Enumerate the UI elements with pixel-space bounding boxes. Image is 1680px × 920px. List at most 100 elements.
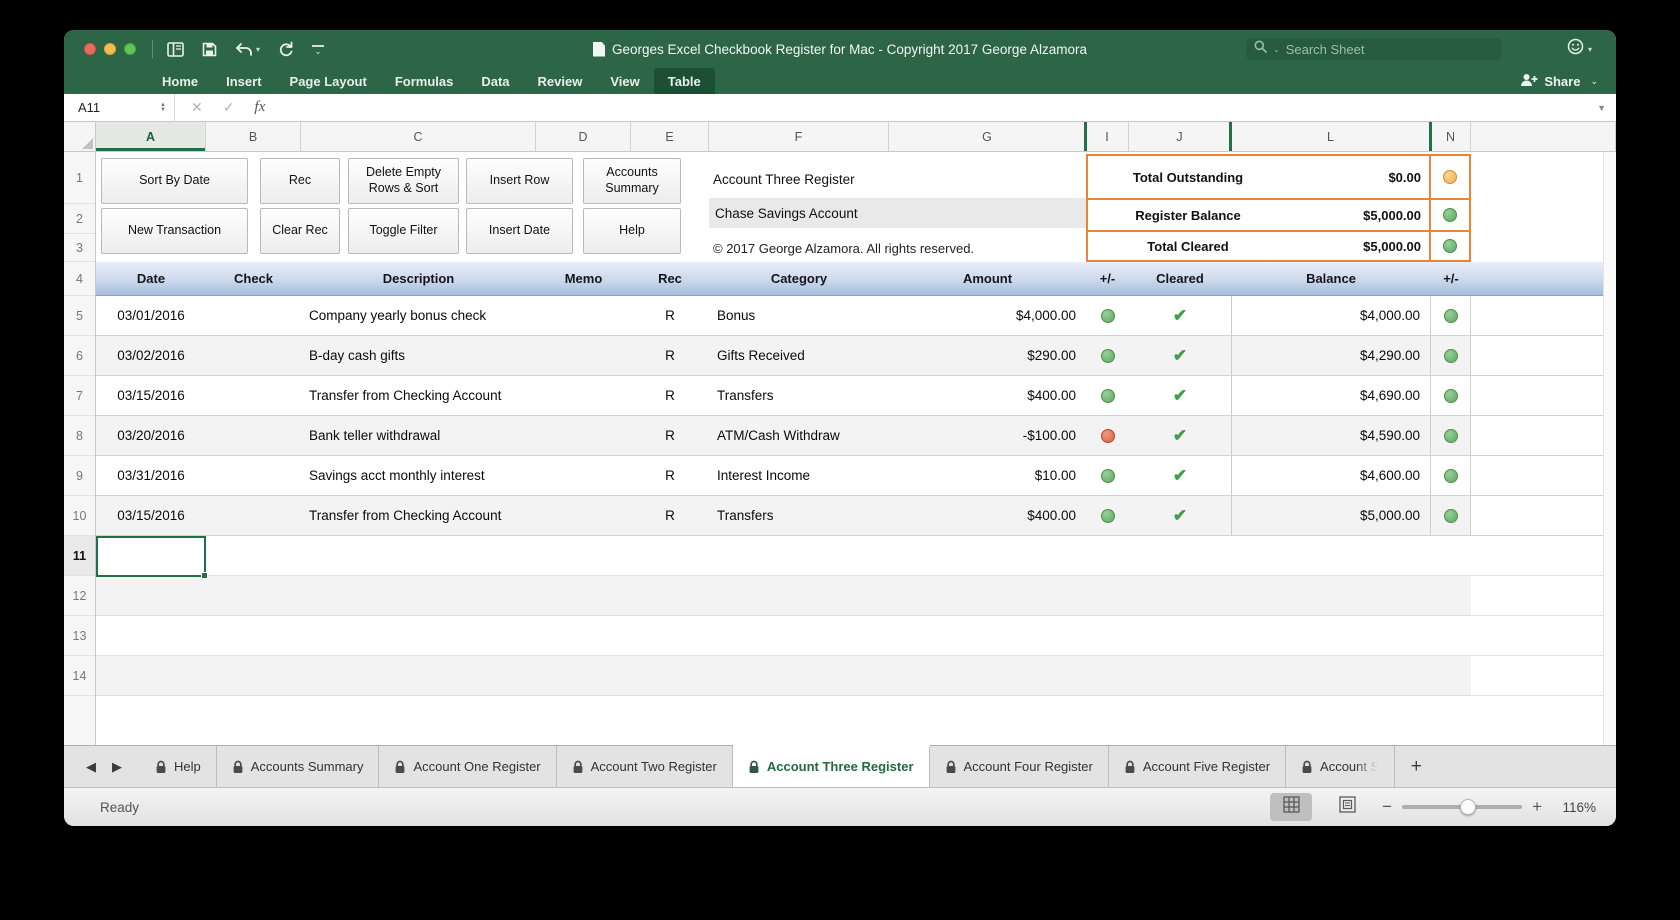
cell-date[interactable]: 03/01/2016 (96, 296, 206, 335)
toggle-filter-button[interactable]: Toggle Filter (348, 208, 459, 254)
row-header-2[interactable]: 2 (64, 204, 95, 234)
view-pane-icon[interactable] (167, 41, 184, 57)
prev-sheet-button[interactable]: ◀ (86, 759, 96, 775)
fill-handle[interactable] (201, 572, 208, 579)
sheet-tab-account-four[interactable]: Account Four Register (929, 746, 1109, 787)
cell-memo[interactable] (536, 336, 631, 375)
header-category[interactable]: Category (709, 262, 889, 295)
tab-formulas[interactable]: Formulas (381, 68, 468, 94)
row-header-12[interactable]: 12 (64, 576, 95, 616)
header-balance[interactable]: Balance (1231, 262, 1431, 295)
tab-table[interactable]: Table (653, 68, 715, 94)
cell-cleared[interactable]: ✔ (1129, 376, 1231, 415)
cell-balance[interactable]: $4,290.00 (1231, 336, 1431, 375)
cell-balance-status[interactable] (1431, 296, 1471, 335)
formula-bar-expand-icon[interactable]: ▼ (1597, 103, 1606, 113)
cell-memo[interactable] (536, 416, 631, 455)
next-sheet-button[interactable]: ▶ (112, 759, 122, 775)
header-amount[interactable]: Amount (889, 262, 1086, 295)
tab-page-layout[interactable]: Page Layout (276, 68, 381, 94)
vertical-scrollbar[interactable] (1603, 152, 1616, 745)
column-header-f[interactable]: F (709, 122, 889, 151)
cell-category[interactable]: ATM/Cash Withdraw (709, 416, 889, 455)
tab-review[interactable]: Review (524, 68, 597, 94)
row-header-13[interactable]: 13 (64, 616, 95, 656)
cell-memo[interactable] (536, 456, 631, 495)
cell-cleared[interactable]: ✔ (1129, 296, 1231, 335)
cell-balance[interactable]: $4,600.00 (1231, 456, 1431, 495)
sort-by-date-button[interactable]: Sort By Date (101, 158, 248, 204)
header-plus-minus-2[interactable]: +/- (1431, 262, 1471, 295)
column-header-j[interactable]: J (1129, 122, 1231, 151)
sheet-tab-account-one[interactable]: Account One Register (379, 746, 557, 787)
feedback-dropdown-icon[interactable]: ▾ (1588, 45, 1592, 54)
cell-cleared[interactable]: ✔ (1129, 416, 1231, 455)
column-header-g[interactable]: G (889, 122, 1086, 151)
row-header-7[interactable]: 7 (64, 376, 95, 416)
sheet-tab-account-five[interactable]: Account Five Register (1108, 746, 1287, 787)
add-sheet-button[interactable]: + (1395, 746, 1437, 787)
sheet-tab-help[interactable]: Help (140, 746, 217, 787)
page-layout-view-button[interactable] (1326, 793, 1368, 821)
minimize-window-button[interactable] (104, 43, 116, 55)
normal-view-button[interactable] (1270, 793, 1313, 821)
cell-description[interactable]: Transfer from Checking Account (301, 496, 536, 535)
cell-amount-status[interactable] (1086, 456, 1129, 495)
cell-memo[interactable] (536, 296, 631, 335)
row-header-6[interactable]: 6 (64, 336, 95, 376)
cell-rec[interactable]: R (631, 376, 709, 415)
cell-amount-status[interactable] (1086, 296, 1129, 335)
cell-date[interactable]: 03/02/2016 (96, 336, 206, 375)
column-header-b[interactable]: B (206, 122, 301, 151)
empty-row-12[interactable] (96, 576, 1616, 616)
column-header-n[interactable]: N (1431, 122, 1471, 151)
empty-row-14[interactable] (96, 656, 1616, 696)
cell-cleared[interactable]: ✔ (1129, 336, 1231, 375)
row-header-3[interactable]: 3 (64, 234, 95, 262)
row-header-11[interactable]: 11 (64, 536, 95, 576)
row-header-5[interactable]: 5 (64, 296, 95, 336)
feedback-smiley-icon[interactable] (1567, 38, 1584, 60)
cell-balance-status[interactable] (1431, 336, 1471, 375)
name-box-stepper[interactable]: ▲ ▼ (160, 102, 166, 113)
column-header-a[interactable]: A (96, 122, 206, 151)
cell-amount[interactable]: -$100.00 (889, 416, 1086, 455)
cell-balance[interactable]: $5,000.00 (1231, 496, 1431, 535)
cell-memo[interactable] (536, 376, 631, 415)
header-rec[interactable]: Rec (631, 262, 709, 295)
column-header-c[interactable]: C (301, 122, 536, 151)
tab-insert[interactable]: Insert (212, 68, 275, 94)
cell-description[interactable]: Company yearly bonus check (301, 296, 536, 335)
cell-check[interactable] (206, 496, 301, 535)
row-header-9[interactable]: 9 (64, 456, 95, 496)
cell-memo[interactable] (536, 496, 631, 535)
cell-category[interactable]: Transfers (709, 496, 889, 535)
confirm-entry-icon[interactable]: ✓ (223, 99, 235, 116)
sheet-tab-accounts-summary[interactable]: Accounts Summary (216, 746, 380, 787)
cell-balance-status[interactable] (1431, 416, 1471, 455)
clear-rec-button[interactable]: Clear Rec (260, 208, 340, 254)
cell-rec[interactable]: R (631, 496, 709, 535)
cell-description[interactable]: Bank teller withdrawal (301, 416, 536, 455)
select-all-corner[interactable] (64, 122, 96, 151)
cell-category[interactable]: Interest Income (709, 456, 889, 495)
selected-cell-a11[interactable] (96, 536, 208, 579)
tab-home[interactable]: Home (148, 68, 212, 94)
cell-cleared[interactable]: ✔ (1129, 456, 1231, 495)
cell-balance[interactable]: $4,690.00 (1231, 376, 1431, 415)
cell-date[interactable]: 03/15/2016 (96, 496, 206, 535)
sheet-tab-account-two[interactable]: Account Two Register (556, 746, 733, 787)
header-description[interactable]: Description (301, 262, 536, 295)
zoom-percentage[interactable]: 116% (1552, 800, 1596, 815)
tab-data[interactable]: Data (467, 68, 523, 94)
stepper-down-icon[interactable]: ▼ (160, 107, 166, 113)
zoom-in-button[interactable]: + (1532, 797, 1542, 817)
column-header-d[interactable]: D (536, 122, 631, 151)
rec-button[interactable]: Rec (260, 158, 340, 204)
sheet-tab-account-six-truncated[interactable]: Account S (1286, 746, 1396, 787)
row-header-14[interactable]: 14 (64, 656, 95, 696)
row-header-4[interactable]: 4 (64, 262, 95, 296)
share-chevron-icon[interactable]: ⌄ (1590, 76, 1598, 87)
name-box[interactable]: A11 (64, 100, 160, 115)
cell-category[interactable]: Bonus (709, 296, 889, 335)
